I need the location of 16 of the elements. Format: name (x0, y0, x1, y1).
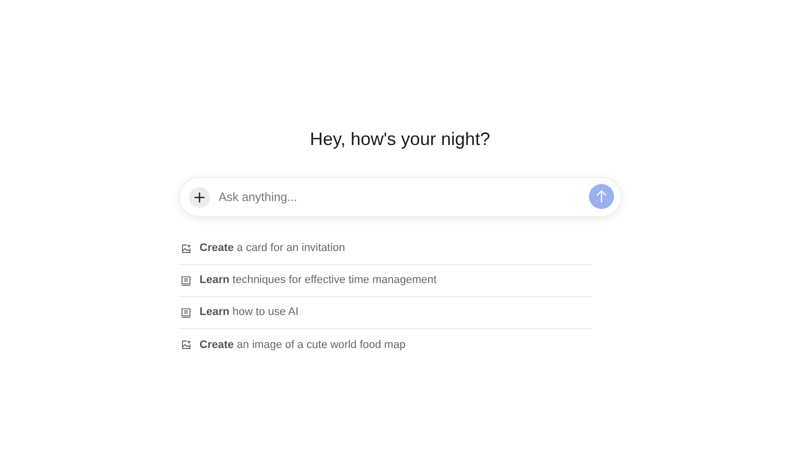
suggestion-item[interactable]: Create an image of a cute world food map (178, 329, 592, 361)
image-icon (180, 340, 190, 350)
ask-field[interactable]: Ask anything... (178, 177, 622, 217)
document-icon (180, 276, 190, 286)
document-icon (180, 308, 190, 318)
suggestion-text: Create an image of a cute world food map (200, 338, 406, 353)
suggestion-item[interactable]: Create a card for an invitation (178, 233, 592, 265)
suggestion-item[interactable]: Learn techniques for effective time management (178, 265, 592, 297)
suggestion-text: Learn how to use AI (200, 305, 299, 320)
suggestion-text: Learn techniques for effective time management (200, 273, 437, 288)
suggestion-item[interactable]: Learn how to use AI (178, 297, 592, 329)
suggestion-text: Create a card for an invitation (200, 241, 346, 256)
image-icon (180, 244, 190, 254)
greeting-heading: Hey, how's your night? (310, 128, 490, 151)
plus-icon (194, 192, 204, 203)
arrow-up-icon (596, 190, 606, 203)
